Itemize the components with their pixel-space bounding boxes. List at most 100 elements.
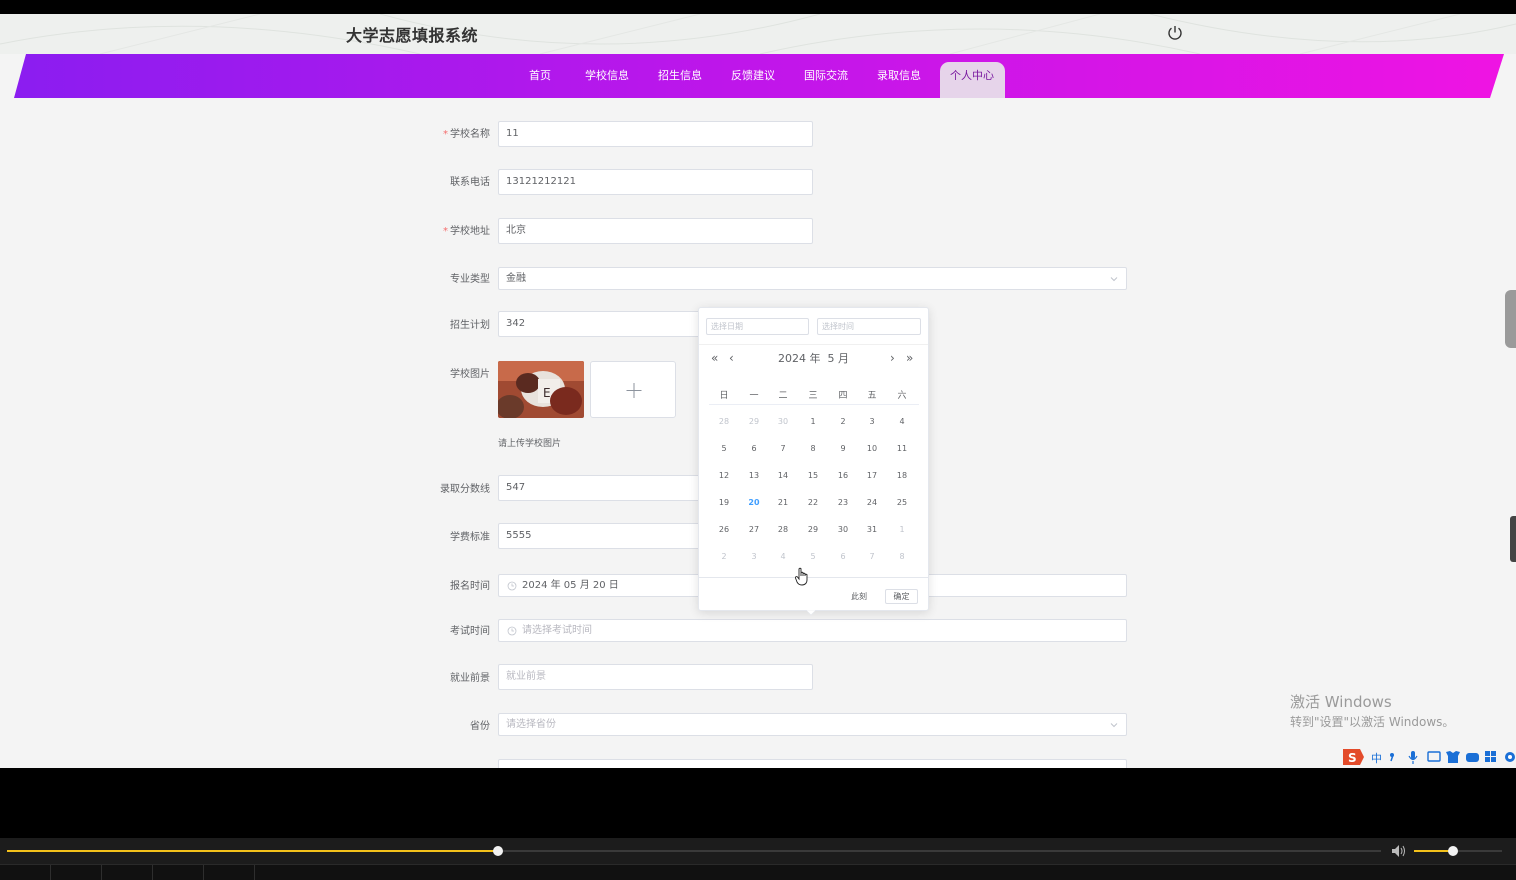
calendar-day[interactable]: 30 xyxy=(832,525,854,534)
seek-bar-progress xyxy=(7,850,498,852)
calendar-day[interactable]: 9 xyxy=(832,444,854,453)
upload-hint: 请上传学校图片 xyxy=(498,439,562,449)
calendar-day[interactable]: 2 xyxy=(832,417,854,426)
calendar-day-other-month[interactable]: 2 xyxy=(713,552,735,561)
calendar-day[interactable]: 19 xyxy=(713,498,735,507)
calendar-day[interactable]: 29 xyxy=(802,525,824,534)
side-scroll-handle[interactable] xyxy=(1510,516,1516,562)
calendar-day[interactable]: 10 xyxy=(861,444,883,453)
now-button[interactable]: 此刻 xyxy=(851,591,867,602)
calendar-day-other-month[interactable]: 1 xyxy=(891,525,913,534)
employment-input[interactable]: 就业前景 xyxy=(498,664,813,690)
volume-icon[interactable] xyxy=(1391,844,1407,858)
exam-time-input[interactable]: 请选择考试时间 xyxy=(498,619,1127,642)
province-select[interactable]: 请选择省份 xyxy=(498,713,1127,736)
picker-time-input[interactable]: 选择时间 xyxy=(817,318,921,335)
calendar-day-other-month[interactable]: 8 xyxy=(891,552,913,561)
picker-month[interactable]: 5 月 xyxy=(828,352,850,365)
ime-lang-label[interactable]: 中 xyxy=(1371,752,1382,765)
nav-item-international[interactable]: 国际交流 xyxy=(804,54,848,98)
next-field-input[interactable] xyxy=(498,759,1127,768)
phone-input[interactable]: 13121212121 xyxy=(498,169,813,195)
weekday-sun: 日 xyxy=(719,391,729,401)
seek-bar-thumb[interactable] xyxy=(493,846,503,856)
calendar-day[interactable]: 21 xyxy=(772,498,794,507)
calendar-day-other-month[interactable]: 6 xyxy=(832,552,854,561)
side-panel-handle[interactable] xyxy=(1505,290,1516,348)
upload-image-button[interactable] xyxy=(590,361,676,418)
weekday-fri: 五 xyxy=(867,391,877,401)
ime-toolbar[interactable]: S 中 xyxy=(1340,746,1516,768)
nav-item-school-info[interactable]: 学校信息 xyxy=(585,54,629,98)
calendar-day-other-month[interactable]: 3 xyxy=(743,552,765,561)
calendar-day[interactable]: 31 xyxy=(861,525,883,534)
calendar-day[interactable]: 26 xyxy=(713,525,735,534)
picker-divider xyxy=(699,344,928,345)
calendar-day[interactable]: 4 xyxy=(891,417,913,426)
school-name-input[interactable]: 11 xyxy=(498,121,813,147)
nav-item-admission-info[interactable]: 招生信息 xyxy=(658,54,702,98)
calendar-day[interactable]: 12 xyxy=(713,471,735,480)
picker-date-input[interactable]: 选择日期 xyxy=(706,318,809,335)
svg-text:E: E xyxy=(543,386,551,400)
hand-cursor-icon xyxy=(795,567,808,586)
major-type-select[interactable]: 金融 xyxy=(498,267,1127,290)
calendar-day[interactable]: 14 xyxy=(772,471,794,480)
calendar-day-other-month[interactable]: 30 xyxy=(772,417,794,426)
volume-thumb[interactable] xyxy=(1448,846,1458,856)
picker-year[interactable]: 2024 年 xyxy=(778,352,821,365)
browser-viewport: 大学志愿填报系统 首页 学校信息 招生信息 反馈建议 国际交流 录取信息 个人中… xyxy=(0,14,1516,768)
svg-text:S: S xyxy=(1348,751,1357,765)
next-year-button[interactable]: » xyxy=(906,352,913,364)
calendar-day[interactable]: 18 xyxy=(891,471,913,480)
nav-item-feedback[interactable]: 反馈建议 xyxy=(731,54,775,98)
school-image-thumbnail[interactable]: E xyxy=(498,361,584,418)
major-type-value: 金融 xyxy=(506,273,526,284)
calendar-day-other-month[interactable]: 4 xyxy=(772,552,794,561)
calendar-day[interactable]: 11 xyxy=(891,444,913,453)
calendar-day[interactable]: 16 xyxy=(832,471,854,480)
score-line-label: 录取分数线 xyxy=(440,484,490,495)
employment-label: 就业前景 xyxy=(450,673,490,684)
weekday-sat: 六 xyxy=(897,391,907,401)
calendar-day[interactable]: 1 xyxy=(802,417,824,426)
next-month-button[interactable]: › xyxy=(890,352,895,364)
calendar-day[interactable]: 28 xyxy=(772,525,794,534)
calendar-day-other-month[interactable]: 28 xyxy=(713,417,735,426)
phone-label: 联系电话 xyxy=(450,177,490,188)
address-input[interactable]: 北京 xyxy=(498,218,813,244)
player-bottom-strip xyxy=(0,864,1516,880)
calendar-day[interactable]: 27 xyxy=(743,525,765,534)
plan-label: 招生计划 xyxy=(450,320,490,331)
chevron-down-icon xyxy=(1110,723,1118,728)
calendar-day-other-month[interactable]: 5 xyxy=(802,552,824,561)
weekday-divider xyxy=(709,404,919,405)
calendar-day[interactable]: 15 xyxy=(802,471,824,480)
weekday-thu: 四 xyxy=(838,391,848,401)
calendar-day[interactable]: 5 xyxy=(713,444,735,453)
calendar-day-other-month[interactable]: 7 xyxy=(861,552,883,561)
calendar-day-other-month[interactable]: 29 xyxy=(743,417,765,426)
power-icon[interactable] xyxy=(1166,24,1184,42)
calendar-day[interactable]: 3 xyxy=(861,417,883,426)
calendar-day[interactable]: 13 xyxy=(743,471,765,480)
nav-item-personal-center[interactable]: 个人中心 xyxy=(950,54,994,98)
exam-time-placeholder: 请选择考试时间 xyxy=(522,625,592,636)
calendar-day[interactable]: 23 xyxy=(832,498,854,507)
calendar-day-today[interactable]: 20 xyxy=(743,498,765,507)
weekday-tue: 二 xyxy=(778,391,788,401)
calendar-day[interactable]: 6 xyxy=(743,444,765,453)
nav-item-enrollment[interactable]: 录取信息 xyxy=(877,54,921,98)
calendar-day[interactable]: 7 xyxy=(772,444,794,453)
video-player-controls xyxy=(0,838,1516,880)
confirm-button[interactable]: 确定 xyxy=(885,589,918,604)
calendar-day[interactable]: 25 xyxy=(891,498,913,507)
date-picker-popover: 选择日期 选择时间 « ‹ 2024 年 5 月 › » 日 一 二 三 四 五… xyxy=(698,307,929,611)
calendar-day[interactable]: 24 xyxy=(861,498,883,507)
calendar-day[interactable]: 22 xyxy=(802,498,824,507)
calendar-day[interactable]: 8 xyxy=(802,444,824,453)
school-image-picture: E xyxy=(498,361,584,418)
calendar-day[interactable]: 17 xyxy=(861,471,883,480)
windows-activation-subtitle: 转到"设置"以激活 Windows。 xyxy=(1290,715,1455,729)
nav-item-home[interactable]: 首页 xyxy=(529,54,551,98)
